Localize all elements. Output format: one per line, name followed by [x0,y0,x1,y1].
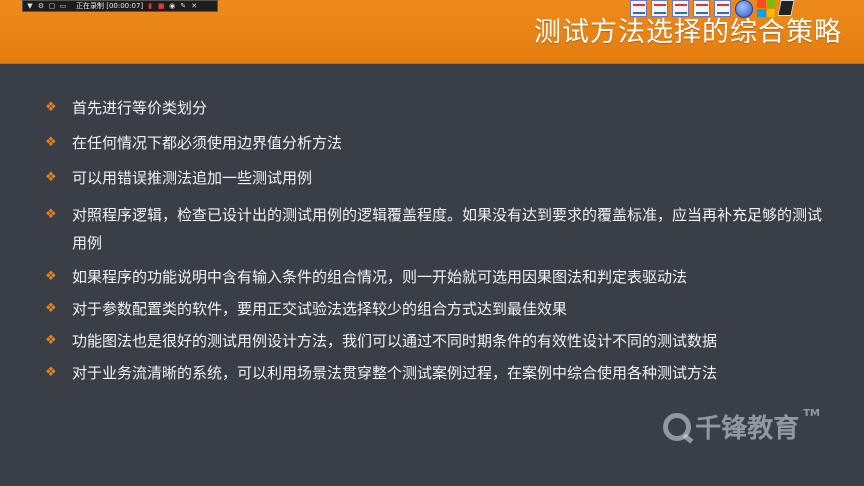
brand-watermark: 千锋教育 TM [663,408,820,445]
diamond-bullet-icon: ❖ [45,301,57,316]
diamond-bullet-icon: ❖ [45,100,57,115]
diamond-bullet-icon: ❖ [45,333,57,348]
pen-icon[interactable]: ✎ [179,2,187,10]
close-icon[interactable]: ✕ [190,2,198,10]
list-item-text: 首先进行等价类划分 [72,99,208,117]
list-item-text: 可以用错误推测法追加一些测试用例 [72,169,313,187]
list-item: ❖ 功能图法也是很好的测试用例设计方法，我们可以通过不同时期条件的有效性设计不同的… [45,329,825,353]
list-item: ❖ 对于参数配置类的软件，要用正交试验法选择较少的组合方式达到最佳效果 [45,297,825,321]
recording-status: 正在录制 [00:00:07] [76,2,144,10]
bullet-list: ❖ 首先进行等价类划分 ❖ 在任何情况下都必须使用边界值分析方法 ❖ 可以用错误推测法… [45,96,825,385]
slide-title: 测试方法选择的综合策略 [534,17,842,48]
stop-icon[interactable]: ■ [157,2,165,10]
list-item-text: 对于业务流清晰的系统，可以利用场景法贯穿整个测试案例过程，在案例中综合使用各种测… [72,364,718,382]
list-item-text: 如果程序的功能说明中含有输入条件的组合情况，则一开始就可选用因果图法和判定表驱动… [72,268,688,286]
list-item: ❖ 对照程序逻辑，检查已设计出的测试用例的逻辑覆盖程度。如果没有达到要求的覆盖标准… [45,201,825,257]
camera-icon[interactable]: ▢ [48,2,56,10]
diamond-bullet-icon: ❖ [45,269,57,284]
window-icon[interactable]: ▭ [59,2,67,10]
diamond-bullet-icon: ❖ [45,207,57,222]
list-item: ❖ 可以用错误推测法追加一些测试用例 [45,166,825,190]
recorder-toolbar: ▼ ⚙ ▢ ▭ 正在录制 [00:00:07] ▮ ■ ◉ ✎ ✕ [22,0,218,12]
slide-header: ▼ ⚙ ▢ ▭ 正在录制 [00:00:07] ▮ ■ ◉ ✎ ✕ 测试方法选择… [0,0,864,64]
list-item-text: 在任何情况下都必须使用边界值分析方法 [72,134,343,152]
list-item: ❖ 首先进行等价类划分 [45,96,825,120]
brand-logo-icon [663,412,692,441]
settings-icon[interactable]: ⚙ [37,2,45,10]
list-item-text: 功能图法也是很好的测试用例设计方法，我们可以通过不同时期条件的有效性设计不同的测… [72,332,718,350]
list-item-text: 对照程序逻辑，检查已设计出的测试用例的逻辑覆盖程度。如果没有达到要求的覆盖标准，… [72,206,823,252]
list-item: ❖ 对于业务流清晰的系统，可以利用场景法贯穿整个测试案例过程，在案例中综合使用各种… [45,361,825,385]
snapshot-icon[interactable]: ◉ [168,2,176,10]
record-icon[interactable]: ▮ [146,2,154,10]
diamond-bullet-icon: ❖ [45,170,57,185]
diamond-bullet-icon: ❖ [45,135,57,150]
diamond-bullet-icon: ❖ [45,365,57,380]
brand-name: 千锋教育 [695,414,800,444]
list-item-text: 对于参数配置类的软件，要用正交试验法选择较少的组合方式达到最佳效果 [72,300,568,318]
dropdown-icon[interactable]: ▼ [26,2,34,10]
list-item: ❖ 如果程序的功能说明中含有输入条件的组合情况，则一开始就可选用因果图法和判定表驱… [45,265,825,289]
trademark-mark: TM [803,408,820,419]
list-item: ❖ 在任何情况下都必须使用边界值分析方法 [45,131,825,155]
